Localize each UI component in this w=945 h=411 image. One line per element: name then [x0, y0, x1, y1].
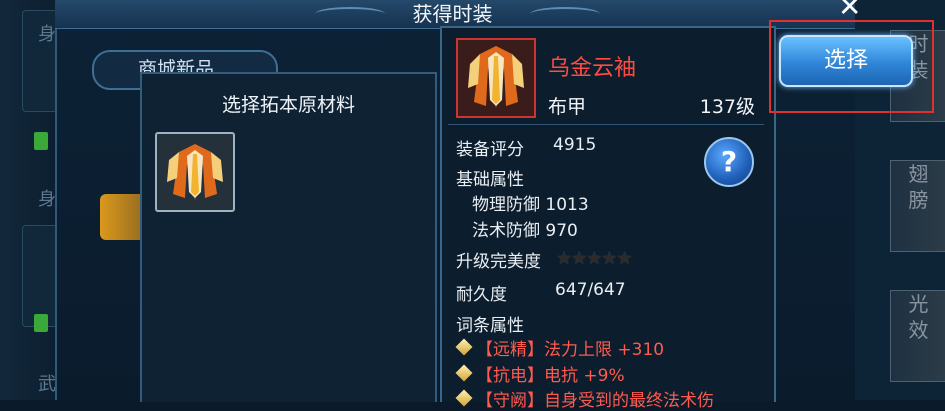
- material-panel-title: 选择拓本原材料: [221, 94, 355, 116]
- help-button[interactable]: ?: [704, 137, 754, 187]
- upgrade-stars: ★★★★★: [556, 248, 633, 269]
- material-select-panel: [140, 72, 437, 402]
- rating-value: 4915: [553, 135, 597, 155]
- background-text: 武: [38, 374, 56, 395]
- item-level: 137级: [699, 96, 755, 118]
- divider: [448, 124, 764, 125]
- background-text: 身: [38, 189, 56, 210]
- affix-line: 【远精】法力上限 +310: [476, 340, 665, 360]
- robe-icon: [468, 46, 524, 108]
- item-name: 乌金云袖: [548, 56, 637, 81]
- close-icon[interactable]: ✕: [838, 0, 861, 23]
- item-type: 布甲: [548, 96, 587, 118]
- robe-icon: [167, 144, 223, 200]
- rating-label: 装备评分: [456, 140, 524, 160]
- select-button[interactable]: 选择: [779, 35, 913, 87]
- affix-line: 【守阙】自身受到的最终法术伤: [476, 391, 714, 411]
- tab-wings[interactable]: 翅 膀: [890, 160, 945, 252]
- affix-label: 词条属性: [456, 316, 524, 336]
- tab-label: 光: [908, 292, 929, 316]
- magic-def-stat: 法术防御 970: [472, 221, 578, 241]
- tab-label: 效: [908, 318, 929, 342]
- phys-def-stat: 物理防御 1013: [472, 195, 589, 215]
- tab-label: 翅: [908, 162, 929, 186]
- durability-label: 耐久度: [456, 285, 507, 305]
- item-icon-frame: [456, 38, 536, 118]
- durability-value: 647/647: [555, 280, 626, 300]
- tab-effects[interactable]: 光 效: [890, 290, 945, 382]
- background-slot: [22, 225, 58, 327]
- upgrade-label: 升级完美度: [456, 252, 541, 272]
- affix-line: 【抗电】电抗 +9%: [476, 366, 625, 386]
- background-chip: [34, 314, 48, 332]
- tab-label: 膀: [908, 188, 929, 212]
- background-chip: [34, 132, 48, 150]
- base-attr-label: 基础属性: [456, 170, 524, 190]
- background-left-strip: 身 身 武: [0, 0, 60, 400]
- material-slot[interactable]: [155, 132, 235, 212]
